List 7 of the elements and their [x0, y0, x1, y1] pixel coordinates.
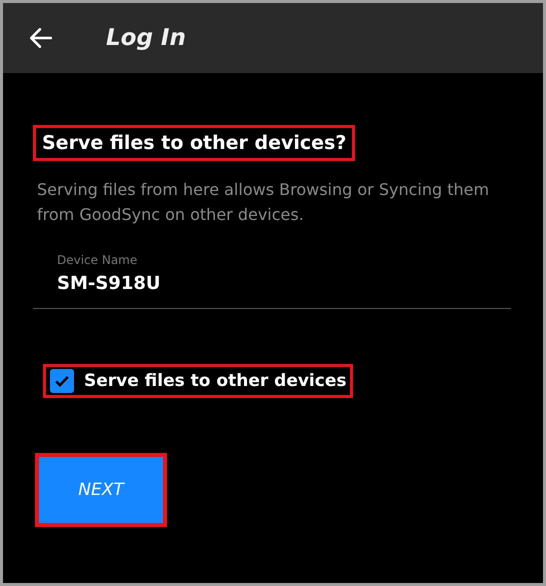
- screen-title: Log In: [106, 25, 186, 51]
- section-heading: Serve files to other devices?: [33, 125, 356, 161]
- next-button[interactable]: NEXT: [35, 453, 167, 527]
- device-name-field[interactable]: Device Name SM-S918U: [33, 253, 511, 309]
- description-text: Serving files from here allows Browsing or Syncing them from GoodSync on other devices.: [37, 179, 490, 226]
- back-arrow-icon[interactable]: [28, 25, 54, 51]
- serve-files-checkbox[interactable]: Serve files to other devices: [43, 364, 354, 398]
